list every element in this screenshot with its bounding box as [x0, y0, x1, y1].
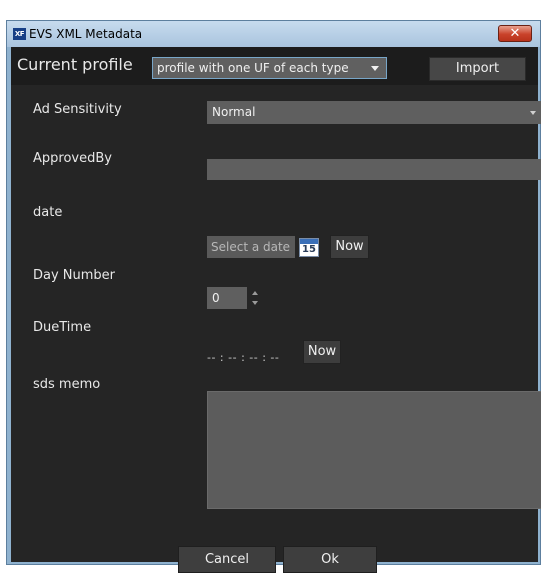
day-number-label: Day Number [33, 268, 116, 283]
calendar-icon[interactable]: 15 [299, 238, 319, 257]
approved-by-label: ApprovedBy [33, 151, 112, 166]
window-title: EVS XML Metadata [29, 27, 143, 41]
chevron-down-icon [371, 66, 379, 71]
calendar-day: 15 [302, 244, 316, 255]
cancel-button[interactable]: Cancel [178, 546, 276, 573]
profile-selected-value: profile with one UF of each type [157, 61, 349, 75]
ad-sensitivity-label: Ad Sensitivity [33, 102, 122, 117]
date-label: date [33, 205, 63, 220]
profile-label: Current profile [17, 55, 133, 74]
sds-memo-textarea[interactable] [207, 391, 541, 509]
spin-down-icon[interactable] [252, 301, 258, 305]
date-input[interactable]: Select a date [207, 236, 295, 258]
ad-sensitivity-value: Normal [212, 105, 256, 119]
due-time-input[interactable]: -- : -- : -- : -- [207, 351, 279, 364]
due-time-label: DueTime [33, 320, 92, 335]
profile-bar: Current profile profile with one UF of e… [11, 47, 538, 85]
title-bar[interactable]: XF EVS XML Metadata ✕ [7, 21, 540, 47]
ok-button[interactable]: Ok [283, 546, 377, 573]
day-number-input[interactable]: 0 [207, 287, 247, 309]
import-button[interactable]: Import [429, 57, 526, 81]
dialog-window: XF EVS XML Metadata ✕ Current profile pr… [6, 20, 541, 573]
chevron-down-icon [530, 111, 536, 115]
close-icon[interactable]: ✕ [498, 25, 532, 42]
spin-up-icon[interactable] [252, 291, 258, 295]
profile-dropdown[interactable]: profile with one UF of each type [152, 57, 387, 79]
time-now-button[interactable]: Now [303, 340, 341, 364]
dialog-content: Current profile profile with one UF of e… [11, 47, 541, 573]
approved-by-input[interactable] [207, 159, 541, 180]
ad-sensitivity-select[interactable]: Normal [207, 101, 541, 124]
app-logo-icon: XF [13, 28, 26, 40]
sds-memo-label: sds memo [33, 377, 101, 392]
date-now-button[interactable]: Now [330, 235, 369, 259]
